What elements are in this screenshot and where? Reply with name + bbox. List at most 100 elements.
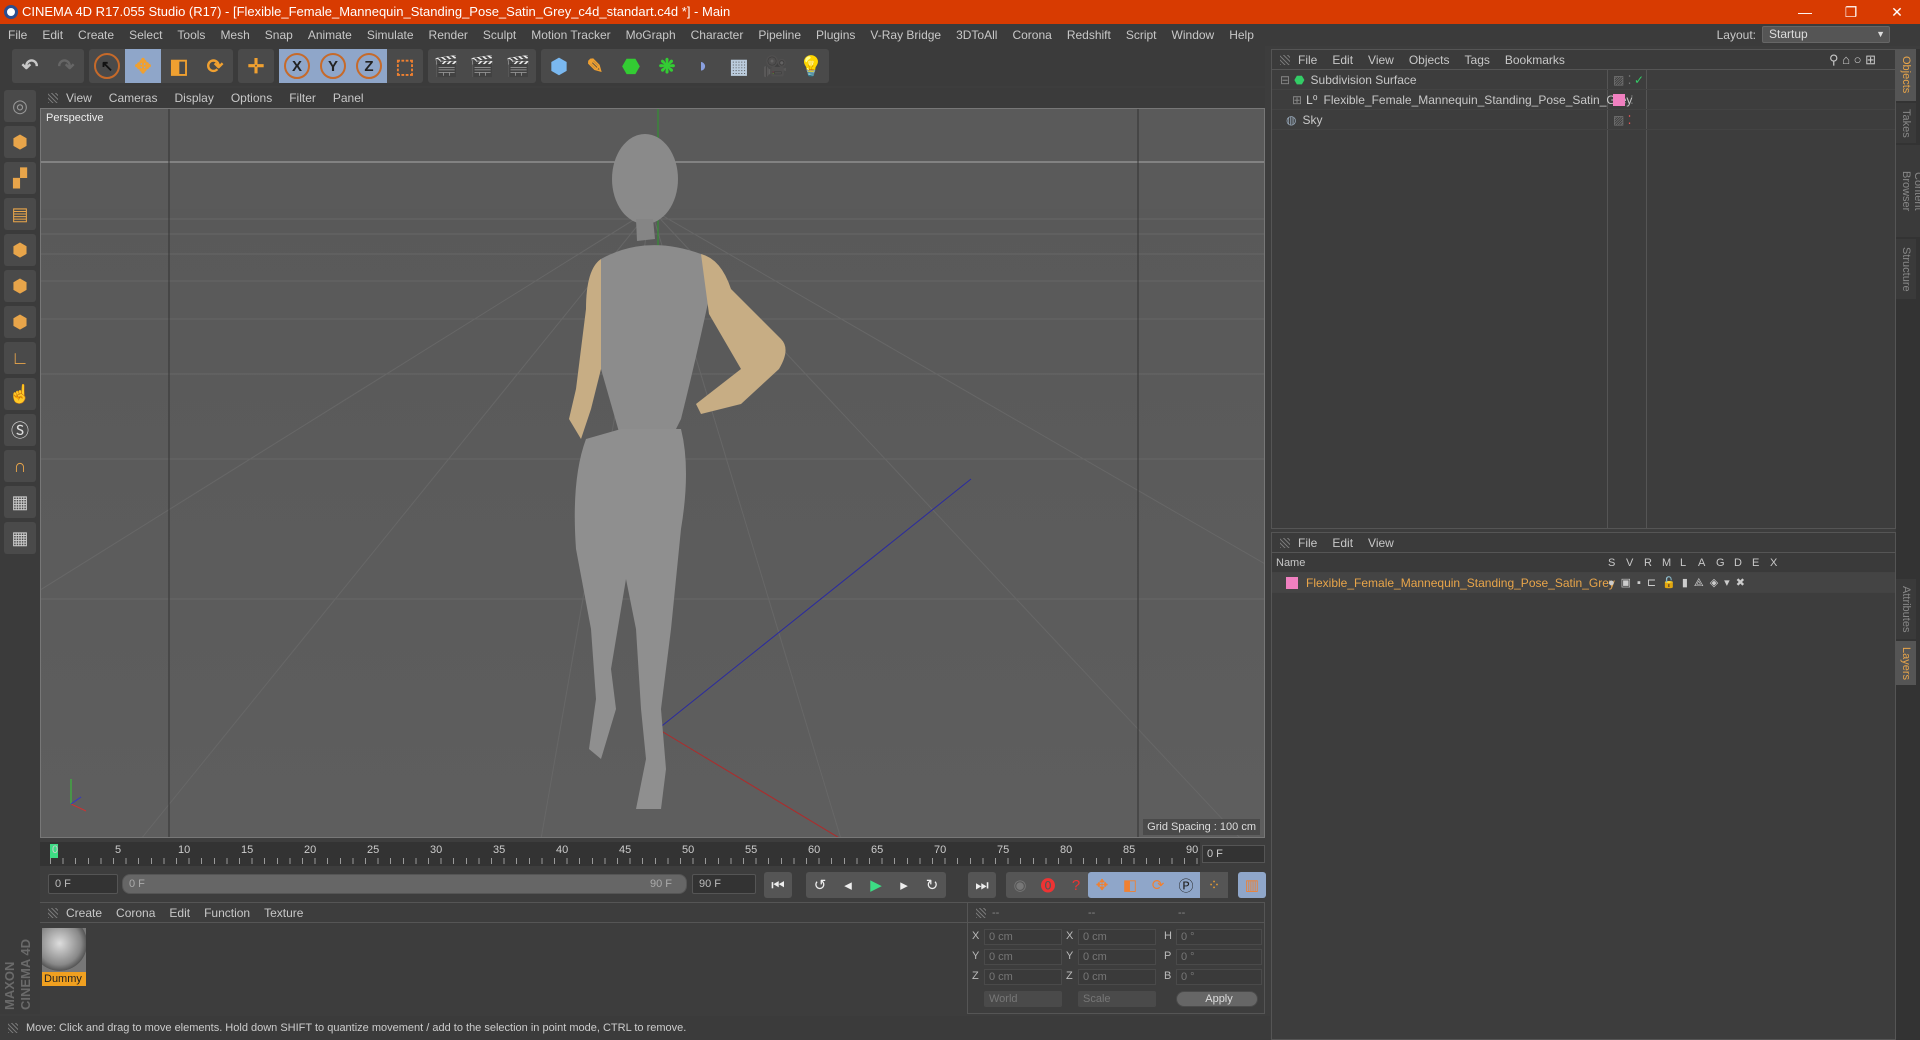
- tab-takes[interactable]: Takes: [1896, 103, 1916, 143]
- snap-icon[interactable]: Ⓢ: [4, 414, 36, 446]
- menu-mograph[interactable]: MoGraph: [626, 28, 676, 42]
- column-a[interactable]: A: [1698, 557, 1716, 569]
- key-rotation-icon[interactable]: ⟳: [1144, 872, 1172, 898]
- y-axis-icon[interactable]: Y: [315, 49, 351, 83]
- menu-simulate[interactable]: Simulate: [367, 28, 414, 42]
- apply-button[interactable]: Apply: [1176, 991, 1258, 1007]
- move-tool-icon[interactable]: ✥: [125, 49, 161, 83]
- redo-icon[interactable]: ↷: [48, 49, 84, 83]
- mat-menu-edit[interactable]: Edit: [169, 906, 190, 920]
- menu-select[interactable]: Select: [129, 28, 162, 42]
- autokey-icon[interactable]: ?: [1062, 872, 1090, 898]
- viewport-menu-filter[interactable]: Filter: [289, 91, 316, 105]
- coordinate-system-icon[interactable]: ⬚: [387, 49, 423, 83]
- end-frame-field[interactable]: 90 F: [692, 874, 756, 894]
- key-param-icon[interactable]: Ⓟ: [1172, 872, 1200, 898]
- mat-menu-function[interactable]: Function: [204, 906, 250, 920]
- tab-structure[interactable]: Structure: [1896, 239, 1916, 299]
- layer-menu-edit[interactable]: Edit: [1332, 536, 1353, 550]
- mat-menu-texture[interactable]: Texture: [264, 906, 303, 920]
- column-x[interactable]: X: [1770, 557, 1788, 569]
- menu-window[interactable]: Window: [1172, 28, 1215, 42]
- magnet-icon[interactable]: ∩: [4, 450, 36, 482]
- layer-menu-file[interactable]: File: [1298, 536, 1317, 550]
- menu-script[interactable]: Script: [1126, 28, 1157, 42]
- minimize-button[interactable]: —: [1782, 0, 1828, 24]
- menu-edit[interactable]: Edit: [42, 28, 63, 42]
- mat-menu-create[interactable]: Create: [66, 906, 102, 920]
- size-x-field[interactable]: 0 cm: [1078, 929, 1156, 945]
- viewport-menu-display[interactable]: Display: [174, 91, 213, 105]
- menu-3dtoall[interactable]: 3DToAll: [956, 28, 997, 42]
- rotate-tool-icon[interactable]: ⟳: [197, 49, 233, 83]
- menu-help[interactable]: Help: [1229, 28, 1254, 42]
- tab-layers[interactable]: Layers: [1896, 641, 1916, 685]
- menu-snap[interactable]: Snap: [265, 28, 293, 42]
- close-button[interactable]: ✕: [1874, 0, 1920, 24]
- restore-button[interactable]: ❐: [1828, 0, 1874, 24]
- start-frame-field[interactable]: 0 F: [48, 874, 118, 894]
- layer-color-swatch[interactable]: [1286, 576, 1298, 589]
- layer-row[interactable]: Flexible_Female_Mannequin_Standing_Pose_…: [1272, 573, 1895, 593]
- obj-menu-view[interactable]: View: [1368, 53, 1394, 67]
- pos-y-field[interactable]: 0 cm: [984, 949, 1062, 965]
- play-icon[interactable]: ▶: [862, 872, 890, 898]
- menu-create[interactable]: Create: [78, 28, 114, 42]
- rot-p-field[interactable]: 0 °: [1176, 949, 1262, 965]
- next-frame-icon[interactable]: ▸: [890, 872, 918, 898]
- viewport-menu-view[interactable]: View: [66, 91, 92, 105]
- object-row[interactable]: ⊞ L⁰ Flexible_Female_Mannequin_Standing_Po…: [1272, 90, 1895, 110]
- layout-dropdown[interactable]: Startup ▼: [1762, 26, 1890, 43]
- key-position-icon[interactable]: ✥: [1088, 872, 1116, 898]
- go-to-start-icon[interactable]: ⏮: [764, 872, 792, 898]
- menu-tools[interactable]: Tools: [177, 28, 205, 42]
- make-editable-icon[interactable]: ◎: [4, 90, 36, 122]
- live-selection-icon[interactable]: ✛: [238, 49, 274, 83]
- visibility-dots-icon[interactable]: ▨ ⁚: [1613, 113, 1632, 127]
- workplane-icon[interactable]: ▤: [4, 198, 36, 230]
- name-column-header[interactable]: Name: [1276, 557, 1305, 569]
- 3d-viewport[interactable]: Perspective Grid Spacing : 100 cm: [40, 108, 1265, 838]
- object-row[interactable]: ⊟ ⬣ Subdivision Surface ▨ ⁚ ✓: [1272, 70, 1895, 90]
- tab-content-browser[interactable]: Content Browser: [1896, 145, 1920, 237]
- planar-workplane-icon[interactable]: ▦: [4, 522, 36, 554]
- column-r[interactable]: R: [1644, 557, 1662, 569]
- record-icon[interactable]: ⓿: [1034, 872, 1062, 898]
- current-frame-field[interactable]: 0 F: [1202, 845, 1265, 863]
- visibility-dots-icon[interactable]: ▨ ⁚: [1613, 73, 1632, 87]
- mograph-cloner-icon[interactable]: ❋: [649, 49, 685, 83]
- texture-mode-icon[interactable]: ▞: [4, 162, 36, 194]
- subdivision-icon[interactable]: ⬣: [613, 49, 649, 83]
- keyframe-icon[interactable]: ◉: [1006, 872, 1034, 898]
- coordinate-mode-dropdown[interactable]: Scale: [1078, 991, 1156, 1007]
- visibility-dots-icon[interactable]: ⁚: [1630, 93, 1634, 107]
- previous-frame-icon[interactable]: ◂: [834, 872, 862, 898]
- floor-icon[interactable]: ▦: [721, 49, 757, 83]
- pos-z-field[interactable]: 0 cm: [984, 969, 1062, 985]
- tweak-icon[interactable]: ☝: [4, 378, 36, 410]
- pos-x-field[interactable]: 0 cm: [984, 929, 1062, 945]
- column-v[interactable]: V: [1626, 557, 1644, 569]
- viewport-menu-panel[interactable]: Panel: [333, 91, 364, 105]
- previous-key-icon[interactable]: ↺: [806, 872, 834, 898]
- deformer-icon[interactable]: ◗: [685, 49, 721, 83]
- size-y-field[interactable]: 0 cm: [1078, 949, 1156, 965]
- column-l[interactable]: L: [1680, 557, 1698, 569]
- viewport-menu-cameras[interactable]: Cameras: [109, 91, 158, 105]
- obj-menu-file[interactable]: File: [1298, 53, 1317, 67]
- menu-vray-bridge[interactable]: V-Ray Bridge: [870, 28, 941, 42]
- menu-render[interactable]: Render: [429, 28, 468, 42]
- polygons-mode-icon[interactable]: ⬢: [4, 306, 36, 338]
- render-settings-icon[interactable]: 🎬: [500, 49, 536, 83]
- key-scale-icon[interactable]: ◧: [1116, 872, 1144, 898]
- undo-icon[interactable]: ↶: [12, 49, 48, 83]
- camera-icon[interactable]: 🎥: [757, 49, 793, 83]
- tab-attributes[interactable]: Attributes: [1896, 579, 1916, 639]
- render-picture-viewer-icon[interactable]: 🎬: [464, 49, 500, 83]
- z-axis-icon[interactable]: Z: [351, 49, 387, 83]
- timeline-window-icon[interactable]: ▥: [1238, 872, 1266, 898]
- edges-mode-icon[interactable]: ⬢: [4, 270, 36, 302]
- points-mode-icon[interactable]: ⬢: [4, 234, 36, 266]
- go-to-end-icon[interactable]: ⏭: [968, 872, 996, 898]
- viewport-menu-options[interactable]: Options: [231, 91, 272, 105]
